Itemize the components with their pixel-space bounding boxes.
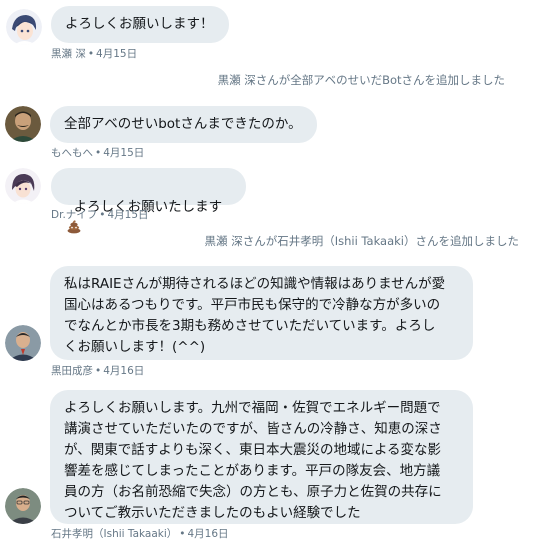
- anime-avatar-icon: [5, 168, 41, 204]
- message-meta: Dr.ナイフ • 4月15日: [51, 207, 149, 222]
- sender-name[interactable]: もへもへ: [51, 147, 93, 159]
- sender-name[interactable]: 石井孝明（Ishii Takaaki）: [51, 528, 177, 540]
- anime-avatar-icon: [6, 9, 42, 45]
- message-date: 4月15日: [107, 209, 149, 221]
- meta-separator: •: [87, 48, 95, 60]
- avatar-kuroda[interactable]: [5, 325, 41, 361]
- avatar-mohemohe[interactable]: [5, 106, 41, 142]
- meta-separator: •: [179, 528, 186, 540]
- meta-separator: •: [95, 365, 102, 377]
- message-meta: 黒瀬 深 • 4月15日: [51, 46, 137, 61]
- avatar-drknife[interactable]: [5, 168, 41, 204]
- portrait-avatar-icon: [5, 106, 41, 142]
- sender-name[interactable]: Dr.ナイフ: [51, 209, 97, 221]
- meta-separator: •: [95, 147, 102, 159]
- message-bubble[interactable]: よろしくお願いたします: [51, 168, 246, 234]
- meta-separator: •: [99, 209, 106, 221]
- message-meta: 石井孝明（Ishii Takaaki） • 4月16日: [51, 526, 229, 541]
- avatar-ishii[interactable]: [5, 488, 41, 524]
- sender-name[interactable]: 黒瀬 深: [51, 48, 86, 60]
- message-meta: 黒田成彦 • 4月16日: [51, 363, 144, 378]
- photo-avatar-icon: [5, 325, 41, 361]
- message-date: 4月16日: [103, 365, 145, 377]
- system-notice: 黒瀬 深さんが石井孝明（Ishii Takaaki）さんを追加しました: [204, 234, 519, 248]
- message-date: 4月16日: [187, 528, 229, 540]
- message-bubble[interactable]: 全部アベのせいbotさんまできたのか。: [50, 106, 317, 143]
- message-bubble[interactable]: よろしくお願いします！: [51, 6, 229, 43]
- message-meta: もへもへ • 4月15日: [51, 145, 144, 160]
- message-date: 4月15日: [103, 147, 145, 159]
- system-notice: 黒瀬 深さんが全部アベのせいだBotさんを追加しました: [217, 73, 505, 87]
- message-bubble[interactable]: 私はRAIEさんが期待されるほどの知識や情報はありませんが愛 国心はあるつもりで…: [50, 266, 473, 360]
- message-bubble[interactable]: よろしくお願いします。九州で福岡・佐賀でエネルギー問題で 講演させていただいたの…: [50, 390, 473, 524]
- message-date: 4月15日: [96, 48, 138, 60]
- avatar-kurose[interactable]: [6, 9, 42, 45]
- photo-avatar-icon: [5, 488, 41, 524]
- sender-name[interactable]: 黒田成彦: [51, 365, 93, 377]
